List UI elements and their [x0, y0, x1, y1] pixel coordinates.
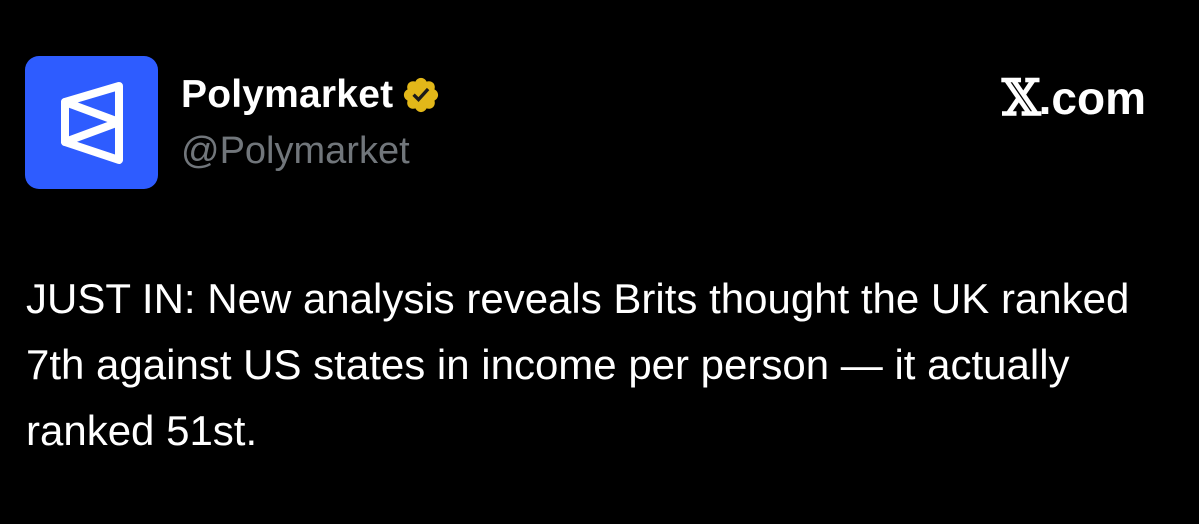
tweet-text: JUST IN: New analysis reveals Brits thou…	[26, 275, 1130, 454]
avatar[interactable]	[25, 56, 158, 189]
polymarket-logo-icon	[60, 81, 123, 164]
display-name[interactable]: Polymarket	[181, 72, 393, 118]
site-domain: .com	[1038, 72, 1146, 124]
x-logo-icon: 𝕏	[1001, 68, 1041, 127]
x-com-logo: 𝕏 .com	[1001, 68, 1146, 127]
handle[interactable]: @Polymarket	[181, 128, 410, 174]
author-name-row[interactable]: Polymarket	[181, 72, 441, 118]
verified-badge-icon	[401, 75, 441, 115]
